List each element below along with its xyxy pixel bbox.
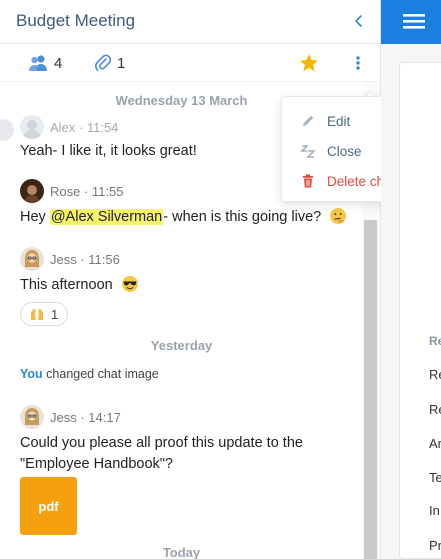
message-text-after: - when is this going live? [163, 209, 322, 225]
side-heading: Re [429, 334, 441, 348]
menu-item-label: Close [327, 143, 362, 159]
hamburger-icon[interactable] [403, 12, 425, 30]
avatar [20, 115, 44, 139]
date-separator: Today [162, 545, 201, 559]
side-item[interactable]: Pr [429, 538, 441, 553]
system-text: changed chat image [42, 367, 159, 381]
pencil-icon [303, 115, 314, 126]
paperclip-icon [95, 54, 111, 71]
star-icon[interactable] [298, 52, 320, 74]
kebab-menu-icon[interactable] [350, 52, 366, 74]
message-meta: Rose · 11:55 [20, 179, 123, 203]
side-item[interactable]: In [429, 503, 440, 518]
avatar [20, 179, 44, 203]
avatar [20, 405, 44, 429]
sunglasses-emoji-icon [121, 276, 138, 292]
attachments-count: 1 [117, 54, 126, 72]
side-item[interactable]: Re [429, 367, 441, 382]
right-panel: Re Re Re Ar Te In Pr [381, 0, 441, 559]
trash-icon [303, 174, 313, 188]
chat-panel: Budget Meeting 4 1 Wednesday 13 March Al… [0, 0, 381, 559]
date-separator: Yesterday [150, 338, 213, 353]
side-item[interactable]: Re [429, 402, 441, 417]
users-icon [29, 55, 47, 71]
message-meta: Alex · 11:54 [20, 115, 118, 139]
author-label: Alex · 11:54 [50, 119, 119, 135]
scrollbar-thumb[interactable] [364, 220, 377, 559]
participants-count: 4 [54, 54, 63, 72]
author-label: Jess · 11:56 [50, 251, 120, 267]
side-item[interactable]: Te [429, 470, 441, 485]
system-message: You changed chat image [20, 367, 159, 381]
side-item[interactable]: Ar [429, 436, 441, 451]
chat-meta-bar: 4 1 [0, 45, 380, 82]
avatar [20, 247, 44, 271]
menu-item-label: Edit [327, 113, 351, 129]
top-nav-bar [381, 0, 441, 44]
author-label: Jess · 14:17 [50, 409, 121, 425]
previous-avatar-peek [0, 116, 16, 146]
message-text: This afternoon [20, 275, 355, 296]
chevron-left-icon[interactable] [350, 10, 368, 32]
message-text: Hey @Alex Silverman- when is this going … [20, 207, 355, 228]
message-text: Could you please all proof this update t… [20, 435, 303, 472]
chat-header: Budget Meeting [0, 0, 380, 44]
thinking-emoji-icon [330, 208, 347, 224]
message-meta: Jess · 11:56 [20, 247, 120, 271]
message-text-body: This afternoon [20, 277, 113, 293]
message-text-before: Hey [20, 209, 50, 225]
sleep-icon [300, 145, 316, 158]
pdf-attachment[interactable]: pdf [20, 477, 77, 535]
reaction-count: 1 [51, 306, 59, 322]
participants-button[interactable]: 4 [28, 53, 62, 73]
mention[interactable]: @Alex Silverman [49, 209, 164, 225]
message-meta: Jess · 14:17 [20, 405, 121, 429]
reaction-chip[interactable]: 1 [20, 302, 68, 326]
chat-title: Budget Meeting [16, 11, 136, 30]
author-label: Rose · 11:55 [50, 183, 124, 199]
attachments-button[interactable]: 1 [95, 53, 125, 73]
raised-hands-emoji-icon [31, 308, 43, 320]
system-actor[interactable]: You [20, 367, 43, 381]
